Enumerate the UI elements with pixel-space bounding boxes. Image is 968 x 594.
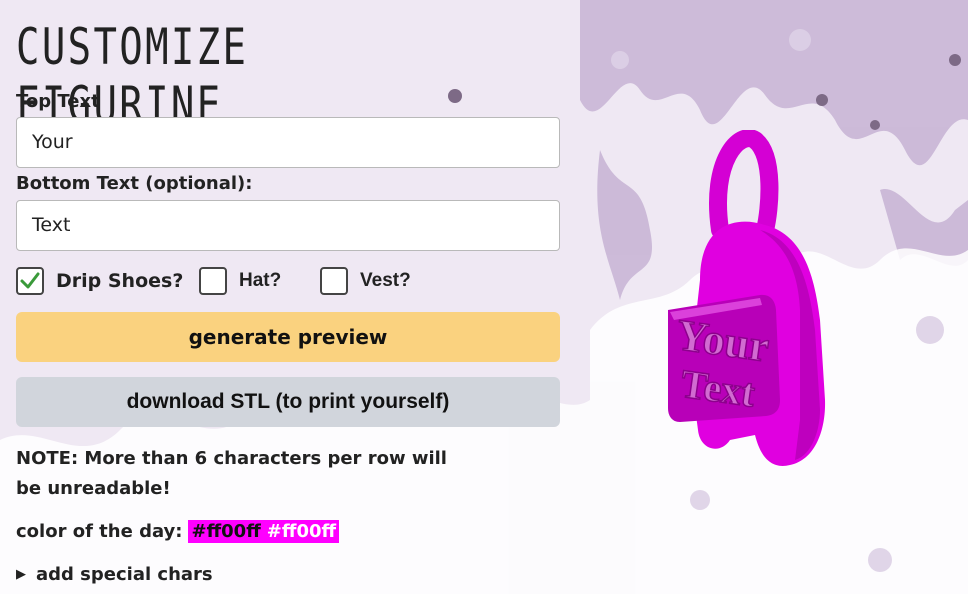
check-icon [20,272,40,289]
figurine-preview[interactable]: Your Text [640,130,840,480]
color-of-the-day: color of the day: #ff00ff #ff00ff [16,520,340,543]
bottom-text-input[interactable]: Text [16,200,560,251]
note-text: NOTE: More than 6 characters per row wil… [16,448,447,499]
drip-shoes-option[interactable]: Drip Shoes? [16,267,183,295]
color-swatch: #ff00ff [188,520,264,543]
vest-option[interactable]: Vest? [320,267,411,295]
hat-checkbox[interactable] [199,267,227,295]
customize-panel: CUSTOMIZE FIGURINE Top Text Your Bottom … [0,0,580,594]
vest-checkbox[interactable] [320,267,348,295]
special-chars-toggle[interactable]: ▶ add special chars [16,564,213,585]
generate-preview-button[interactable]: generate preview [16,312,560,362]
drip-shoes-label: Drip Shoes? [56,270,184,292]
download-stl-button[interactable]: download STL (to print yourself) [16,377,560,427]
bottom-text-label: Bottom Text (optional): [16,173,253,194]
disclosure-triangle-icon: ▶ [16,567,26,582]
color-swatch-text: #ff00ff [263,520,340,543]
special-chars-label: add special chars [36,564,213,585]
top-text-input[interactable]: Your [16,117,560,168]
drip-shoes-checkbox[interactable] [16,267,44,295]
top-text-label: Top Text [16,91,100,112]
color-label: color of the day: [16,521,183,542]
hat-option[interactable]: Hat? [199,267,281,295]
keyring-loop-icon [709,130,779,239]
vest-label: Vest? [360,270,411,291]
hat-label: Hat? [239,270,282,291]
